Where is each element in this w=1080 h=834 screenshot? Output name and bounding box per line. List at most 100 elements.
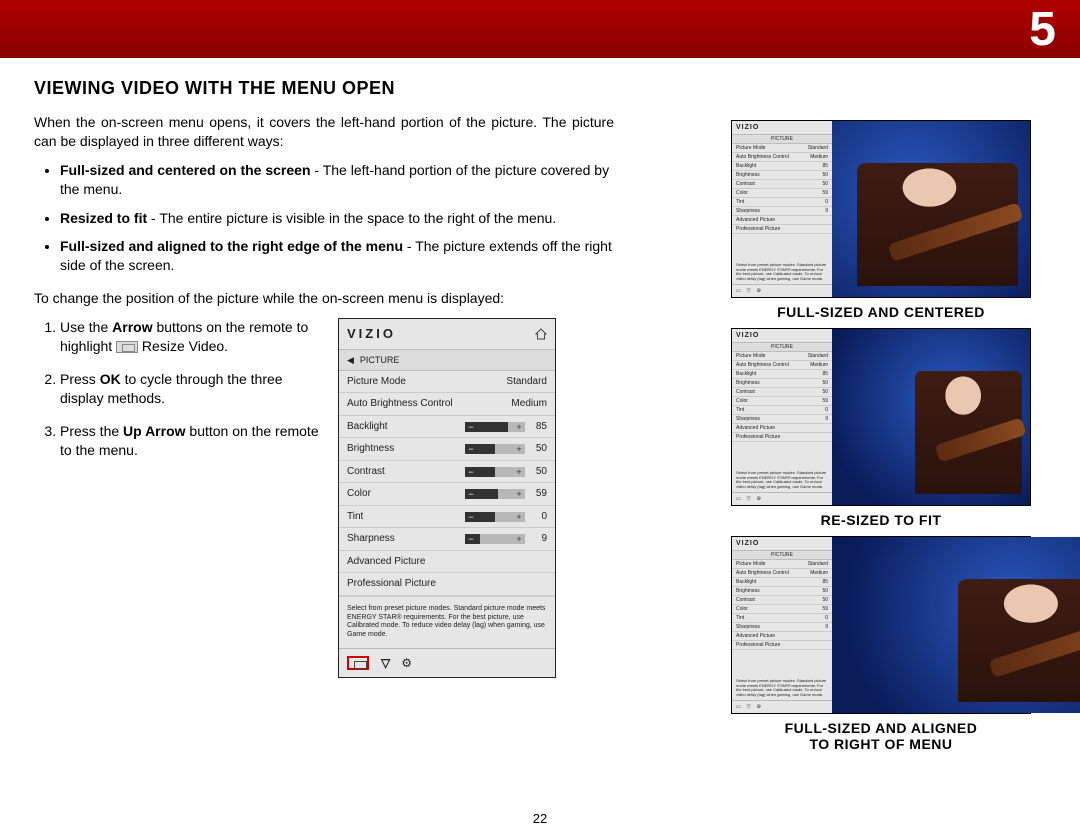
- mini-osd: VIZIOPICTUREPicture ModeStandardAuto Bri…: [732, 121, 832, 297]
- osd-row[interactable]: Backlight−+85: [339, 416, 555, 439]
- osd-row[interactable]: Advanced Picture: [339, 551, 555, 574]
- plus-icon[interactable]: +: [513, 534, 525, 544]
- intro-paragraph: When the on-screen menu opens, it covers…: [34, 113, 614, 151]
- osd-row[interactable]: Brightness−+50: [339, 438, 555, 461]
- slider[interactable]: −+: [465, 512, 525, 522]
- resize-video-icon: ▭: [736, 704, 741, 710]
- display-modes-list: Full-sized and centered on the screen - …: [60, 161, 614, 275]
- settings-icon: ⚙: [757, 288, 761, 294]
- slider[interactable]: −+: [465, 534, 525, 544]
- resize-video-icon: ▭: [736, 496, 741, 502]
- osd-row-label: Brightness: [347, 442, 394, 456]
- osd-row[interactable]: Tint−+0: [339, 506, 555, 529]
- instruction-lead: To change the position of the picture wh…: [34, 289, 614, 308]
- plus-icon[interactable]: +: [513, 467, 525, 477]
- osd-row-value: 85: [531, 420, 547, 434]
- resize-video-icon: ▭: [736, 288, 741, 294]
- thumbnail-caption: FULL-SIZED AND ALIGNEDTO RIGHT OF MENU: [716, 720, 1046, 752]
- minus-icon[interactable]: −: [465, 422, 477, 432]
- osd-row[interactable]: Sharpness−+9: [339, 528, 555, 551]
- osd-row-label: Picture Mode: [347, 375, 406, 389]
- osd-row-label: Backlight: [347, 420, 388, 434]
- step-item: Press OK to cycle through the three disp…: [60, 370, 324, 408]
- osd-row-label: Professional Picture: [347, 577, 436, 591]
- right-column: VIZIOPICTUREPicture ModeStandardAuto Bri…: [716, 120, 1046, 760]
- osd-row-label: Sharpness: [347, 532, 395, 546]
- resize-video-icon: [116, 341, 138, 353]
- osd-row[interactable]: Professional Picture: [339, 573, 555, 596]
- video-preview: [832, 537, 1080, 713]
- osd-row[interactable]: Color−+59: [339, 483, 555, 506]
- slider[interactable]: −+: [465, 489, 525, 499]
- slider[interactable]: −+: [465, 422, 525, 432]
- osd-brand: VIZIO: [347, 325, 396, 343]
- osd-category: PICTURE: [360, 354, 400, 366]
- wide-mode-icon: ▽: [747, 496, 751, 502]
- minus-icon[interactable]: −: [465, 444, 477, 454]
- mini-osd: VIZIOPICTUREPicture ModeStandardAuto Bri…: [732, 329, 832, 505]
- minus-icon[interactable]: −: [465, 467, 477, 477]
- minus-icon[interactable]: −: [465, 489, 477, 499]
- step-item: Press the Up Arrow button on the remote …: [60, 422, 324, 460]
- osd-row-label: Advanced Picture: [347, 555, 425, 569]
- resize-video-icon[interactable]: [347, 656, 369, 670]
- chapter-number: 5: [1029, 2, 1056, 57]
- plus-icon[interactable]: +: [513, 512, 525, 522]
- osd-row-value: 59: [531, 487, 547, 501]
- osd-row-value: 50: [531, 442, 547, 456]
- osd-row-value: Standard: [506, 375, 547, 389]
- minus-icon[interactable]: −: [465, 534, 477, 544]
- osd-list: Picture Mode Standard Auto Brightness Cont…: [339, 371, 555, 596]
- thumbnail-centered: VIZIOPICTUREPicture ModeStandardAuto Bri…: [731, 120, 1031, 298]
- page-number: 22: [34, 811, 1046, 826]
- plus-icon[interactable]: +: [513, 489, 525, 499]
- settings-icon[interactable]: ⚙: [401, 655, 412, 671]
- list-item-term: Resized to fit: [60, 210, 147, 226]
- osd-row-value: 50: [531, 465, 547, 479]
- thumbnail-caption: FULL-SIZED AND CENTERED: [716, 304, 1046, 320]
- plus-icon[interactable]: +: [513, 422, 525, 432]
- wide-mode-icon: ▽: [747, 704, 751, 710]
- thumbnail-right: VIZIOPICTUREPicture ModeStandardAuto Bri…: [731, 536, 1031, 714]
- plus-icon[interactable]: +: [513, 444, 525, 454]
- step-item: Use the Arrow buttons on the remote to h…: [60, 318, 324, 356]
- osd-row-value: Medium: [511, 397, 547, 411]
- back-icon[interactable]: ◀: [347, 354, 354, 366]
- page-title: VIEWING VIDEO WITH THE MENU OPEN: [34, 78, 1046, 99]
- osd-row-value: 0: [531, 510, 547, 524]
- content-area: VIEWING VIDEO WITH THE MENU OPEN When th…: [34, 78, 1046, 834]
- thumbnail-block: VIZIOPICTUREPicture ModeStandardAuto Bri…: [716, 120, 1046, 320]
- osd-row[interactable]: Picture Mode Standard: [339, 371, 555, 394]
- video-preview: [832, 329, 1030, 505]
- osd-row-label: Auto Brightness Control: [347, 397, 453, 411]
- wide-mode-icon: ▽: [747, 288, 751, 294]
- list-item-term: Full-sized and centered on the screen: [60, 162, 311, 178]
- manual-page: 5 VIEWING VIDEO WITH THE MENU OPEN When …: [0, 0, 1080, 834]
- osd-panel: VIZIO ◀ PICTURE Picture Mode Standard Auto…: [338, 318, 556, 678]
- osd-row[interactable]: Auto Brightness Control Medium: [339, 393, 555, 416]
- thumbnail-block: VIZIOPICTUREPicture ModeStandardAuto Bri…: [716, 536, 1046, 752]
- osd-footnote: Select from preset picture modes. Standa…: [339, 596, 555, 648]
- thumbnail-fit: VIZIOPICTUREPicture ModeStandardAuto Bri…: [731, 328, 1031, 506]
- settings-icon: ⚙: [757, 704, 761, 710]
- settings-icon: ⚙: [757, 496, 761, 502]
- list-item: Full-sized and aligned to the right edge…: [60, 237, 614, 275]
- wide-mode-icon[interactable]: ▽: [381, 655, 389, 671]
- list-item-term: Full-sized and aligned to the right edge…: [60, 238, 403, 254]
- list-item: Resized to fit - The entire picture is v…: [60, 209, 614, 228]
- list-item-desc: - The entire picture is visible in the s…: [147, 210, 556, 226]
- thumbnail-block: VIZIOPICTUREPicture ModeStandardAuto Bri…: [716, 328, 1046, 528]
- osd-row-label: Contrast: [347, 465, 385, 479]
- left-column: When the on-screen menu opens, it covers…: [34, 113, 614, 678]
- mini-osd: VIZIOPICTUREPicture ModeStandardAuto Bri…: [732, 537, 832, 713]
- osd-row[interactable]: Contrast−+50: [339, 461, 555, 484]
- osd-row-label: Color: [347, 487, 371, 501]
- osd-bottom-bar: ▽ ⚙: [339, 648, 555, 677]
- list-item: Full-sized and centered on the screen - …: [60, 161, 614, 199]
- chapter-bar: 5: [0, 0, 1080, 58]
- minus-icon[interactable]: −: [465, 512, 477, 522]
- thumbnail-caption: RE-SIZED TO FIT: [716, 512, 1046, 528]
- slider[interactable]: −+: [465, 467, 525, 477]
- home-icon[interactable]: [535, 328, 547, 340]
- slider[interactable]: −+: [465, 444, 525, 454]
